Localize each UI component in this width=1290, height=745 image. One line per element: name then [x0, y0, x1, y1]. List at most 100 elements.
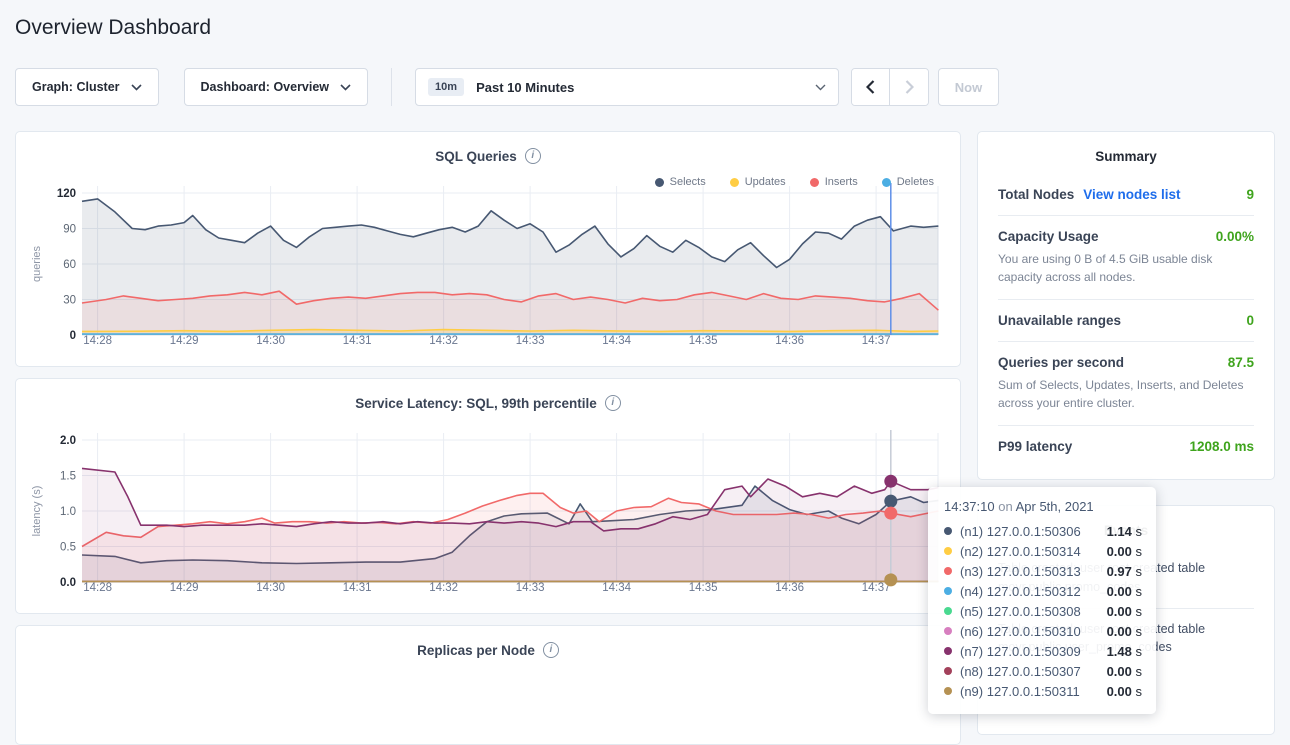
svg-text:14:29: 14:29 — [170, 582, 199, 594]
time-range-label: Past 10 Minutes — [476, 80, 803, 95]
tooltip-row: (n9) 127.0.0.1:503110.00 s — [944, 681, 1142, 701]
sql-queries-chart[interactable]: 14:2814:2914:3014:3114:3214:3314:3414:35… — [16, 183, 962, 358]
legend-label: Deletes — [897, 176, 934, 188]
tooltip-node: (n2) 127.0.0.1:50314 — [960, 544, 1099, 559]
summary-label: P99 latency — [998, 439, 1072, 454]
svg-text:14:32: 14:32 — [429, 582, 458, 594]
svg-text:14:32: 14:32 — [429, 335, 458, 347]
summary-value: 87.5 — [1228, 355, 1254, 370]
tooltip-row: (n3) 127.0.0.1:50313 0.97 s — [944, 561, 1142, 581]
replicas-title-row: Replicas per Node i — [16, 626, 960, 658]
page-title: Overview Dashboard — [15, 15, 1290, 41]
info-icon[interactable]: i — [525, 148, 541, 164]
tooltip-value: 0.97 s — [1107, 564, 1142, 579]
svg-text:2.0: 2.0 — [60, 435, 76, 447]
svg-text:0.5: 0.5 — [60, 542, 76, 554]
tooltip-node: (n3) 127.0.0.1:50313 — [960, 564, 1099, 579]
svg-text:30: 30 — [63, 295, 76, 307]
legend-item[interactable]: Inserts — [810, 176, 858, 188]
svg-text:1.0: 1.0 — [60, 506, 76, 518]
tooltip-node: (n6) 127.0.0.1:50310 — [960, 624, 1099, 639]
svg-text:120: 120 — [57, 188, 76, 200]
summary-value: 9 — [1246, 187, 1254, 202]
summary-row-p99-latency: P99 latency 1208.0 ms — [998, 426, 1254, 467]
svg-text:14:35: 14:35 — [689, 335, 718, 347]
series-dot — [944, 527, 952, 535]
legend-item[interactable]: Selects — [655, 176, 706, 188]
svg-text:14:33: 14:33 — [516, 335, 545, 347]
chevron-down-icon — [815, 84, 826, 91]
svg-text:14:30: 14:30 — [256, 582, 285, 594]
dashboard-dropdown[interactable]: Dashboard: Overview — [184, 68, 369, 106]
series-dot — [944, 567, 952, 575]
tooltip-value: 1.14 s — [1107, 524, 1142, 539]
sql-queries-title-row: SQL Queries i — [16, 132, 960, 164]
summary-label: Total Nodes — [998, 187, 1074, 202]
chart-legend: Selects Updates Inserts Deletes — [655, 176, 934, 188]
series-dot — [944, 607, 952, 615]
svg-text:14:28: 14:28 — [83, 335, 112, 347]
summary-label: Unavailable ranges — [998, 313, 1121, 328]
svg-text:14:37: 14:37 — [862, 335, 891, 347]
svg-text:14:28: 14:28 — [83, 582, 112, 594]
series-dot — [944, 587, 952, 595]
sql-queries-card: SQL Queries i Selects Updates Inserts Delet… — [15, 131, 961, 367]
tooltip-node: (n1) 127.0.0.1:50306 — [960, 524, 1099, 539]
dashboard-dropdown-label: Dashboard: Overview — [201, 80, 330, 94]
chart-title: SQL Queries — [435, 149, 517, 164]
legend-dot — [810, 178, 819, 187]
toolbar: Graph: Cluster Dashboard: Overview 10m P… — [15, 68, 1275, 106]
summary-panel: Summary Total Nodes View nodes list 9 Ca… — [977, 131, 1275, 480]
tooltip-value: 0.00 s — [1107, 624, 1142, 639]
tooltip-time: 14:37:10 — [944, 499, 995, 514]
chevron-down-icon — [340, 84, 351, 91]
legend-dot — [655, 178, 664, 187]
tooltip-node: (n5) 127.0.0.1:50308 — [960, 604, 1099, 619]
legend-item[interactable]: Updates — [730, 176, 786, 188]
svg-text:14:36: 14:36 — [775, 582, 804, 594]
replicas-per-node-card: Replicas per Node i — [15, 625, 961, 745]
tooltip-date: Apr 5th, 2021 — [1016, 499, 1094, 514]
summary-value: 1208.0 ms — [1189, 439, 1254, 454]
time-step-buttons — [851, 68, 929, 106]
chart-title: Replicas per Node — [417, 643, 535, 658]
tooltip-value: 0.00 s — [1107, 664, 1142, 679]
view-nodes-list-link[interactable]: View nodes list — [1083, 187, 1180, 202]
series-dot — [944, 687, 952, 695]
svg-text:1.5: 1.5 — [60, 471, 76, 483]
series-dot — [944, 647, 952, 655]
info-icon[interactable]: i — [605, 395, 621, 411]
service-latency-card: Service Latency: SQL, 99th percentile i … — [15, 378, 961, 614]
tooltip-joiner: on — [998, 499, 1012, 514]
legend-dot — [730, 178, 739, 187]
tooltip-timestamp: 14:37:10 on Apr 5th, 2021 — [944, 499, 1142, 514]
svg-text:14:34: 14:34 — [602, 335, 631, 347]
time-prev-button[interactable] — [852, 69, 890, 105]
svg-text:14:29: 14:29 — [170, 335, 199, 347]
service-latency-chart[interactable]: 14:2814:2914:3014:3114:3214:3314:3414:35… — [16, 430, 962, 605]
svg-text:14:30: 14:30 — [256, 335, 285, 347]
series-dot — [944, 627, 952, 635]
chevron-right-icon — [905, 80, 914, 94]
toolbar-divider — [391, 68, 392, 106]
series-dot — [944, 547, 952, 555]
now-button[interactable]: Now — [938, 68, 999, 106]
time-range-dropdown[interactable]: 10m Past 10 Minutes — [415, 68, 839, 106]
info-icon[interactable]: i — [543, 642, 559, 658]
svg-text:latency (s): latency (s) — [31, 486, 43, 537]
time-next-button[interactable] — [890, 69, 928, 105]
tooltip-rows: (n1) 127.0.0.1:50306 1.14 s (n2) 127.0.0.1… — [944, 521, 1142, 701]
graph-dropdown[interactable]: Graph: Cluster — [15, 68, 159, 106]
legend-label: Selects — [670, 176, 706, 188]
tooltip-value: 0.00 s — [1107, 544, 1142, 559]
tooltip-row: (n4) 127.0.0.1:503120.00 s — [944, 581, 1142, 601]
service-latency-title-row: Service Latency: SQL, 99th percentile i — [16, 379, 960, 411]
summary-caption: Sum of Selects, Updates, Inserts, and De… — [998, 376, 1254, 412]
graph-dropdown-label: Graph: Cluster — [32, 80, 120, 94]
svg-text:0.0: 0.0 — [60, 577, 76, 589]
summary-caption: You are using 0 B of 4.5 GiB usable disk… — [998, 250, 1254, 286]
legend-dot — [882, 178, 891, 187]
legend-item[interactable]: Deletes — [882, 176, 934, 188]
summary-row-capacity-usage: Capacity Usage 0.00% You are using 0 B o… — [998, 216, 1254, 300]
tooltip-row: (n7) 127.0.0.1:503091.48 s — [944, 641, 1142, 661]
